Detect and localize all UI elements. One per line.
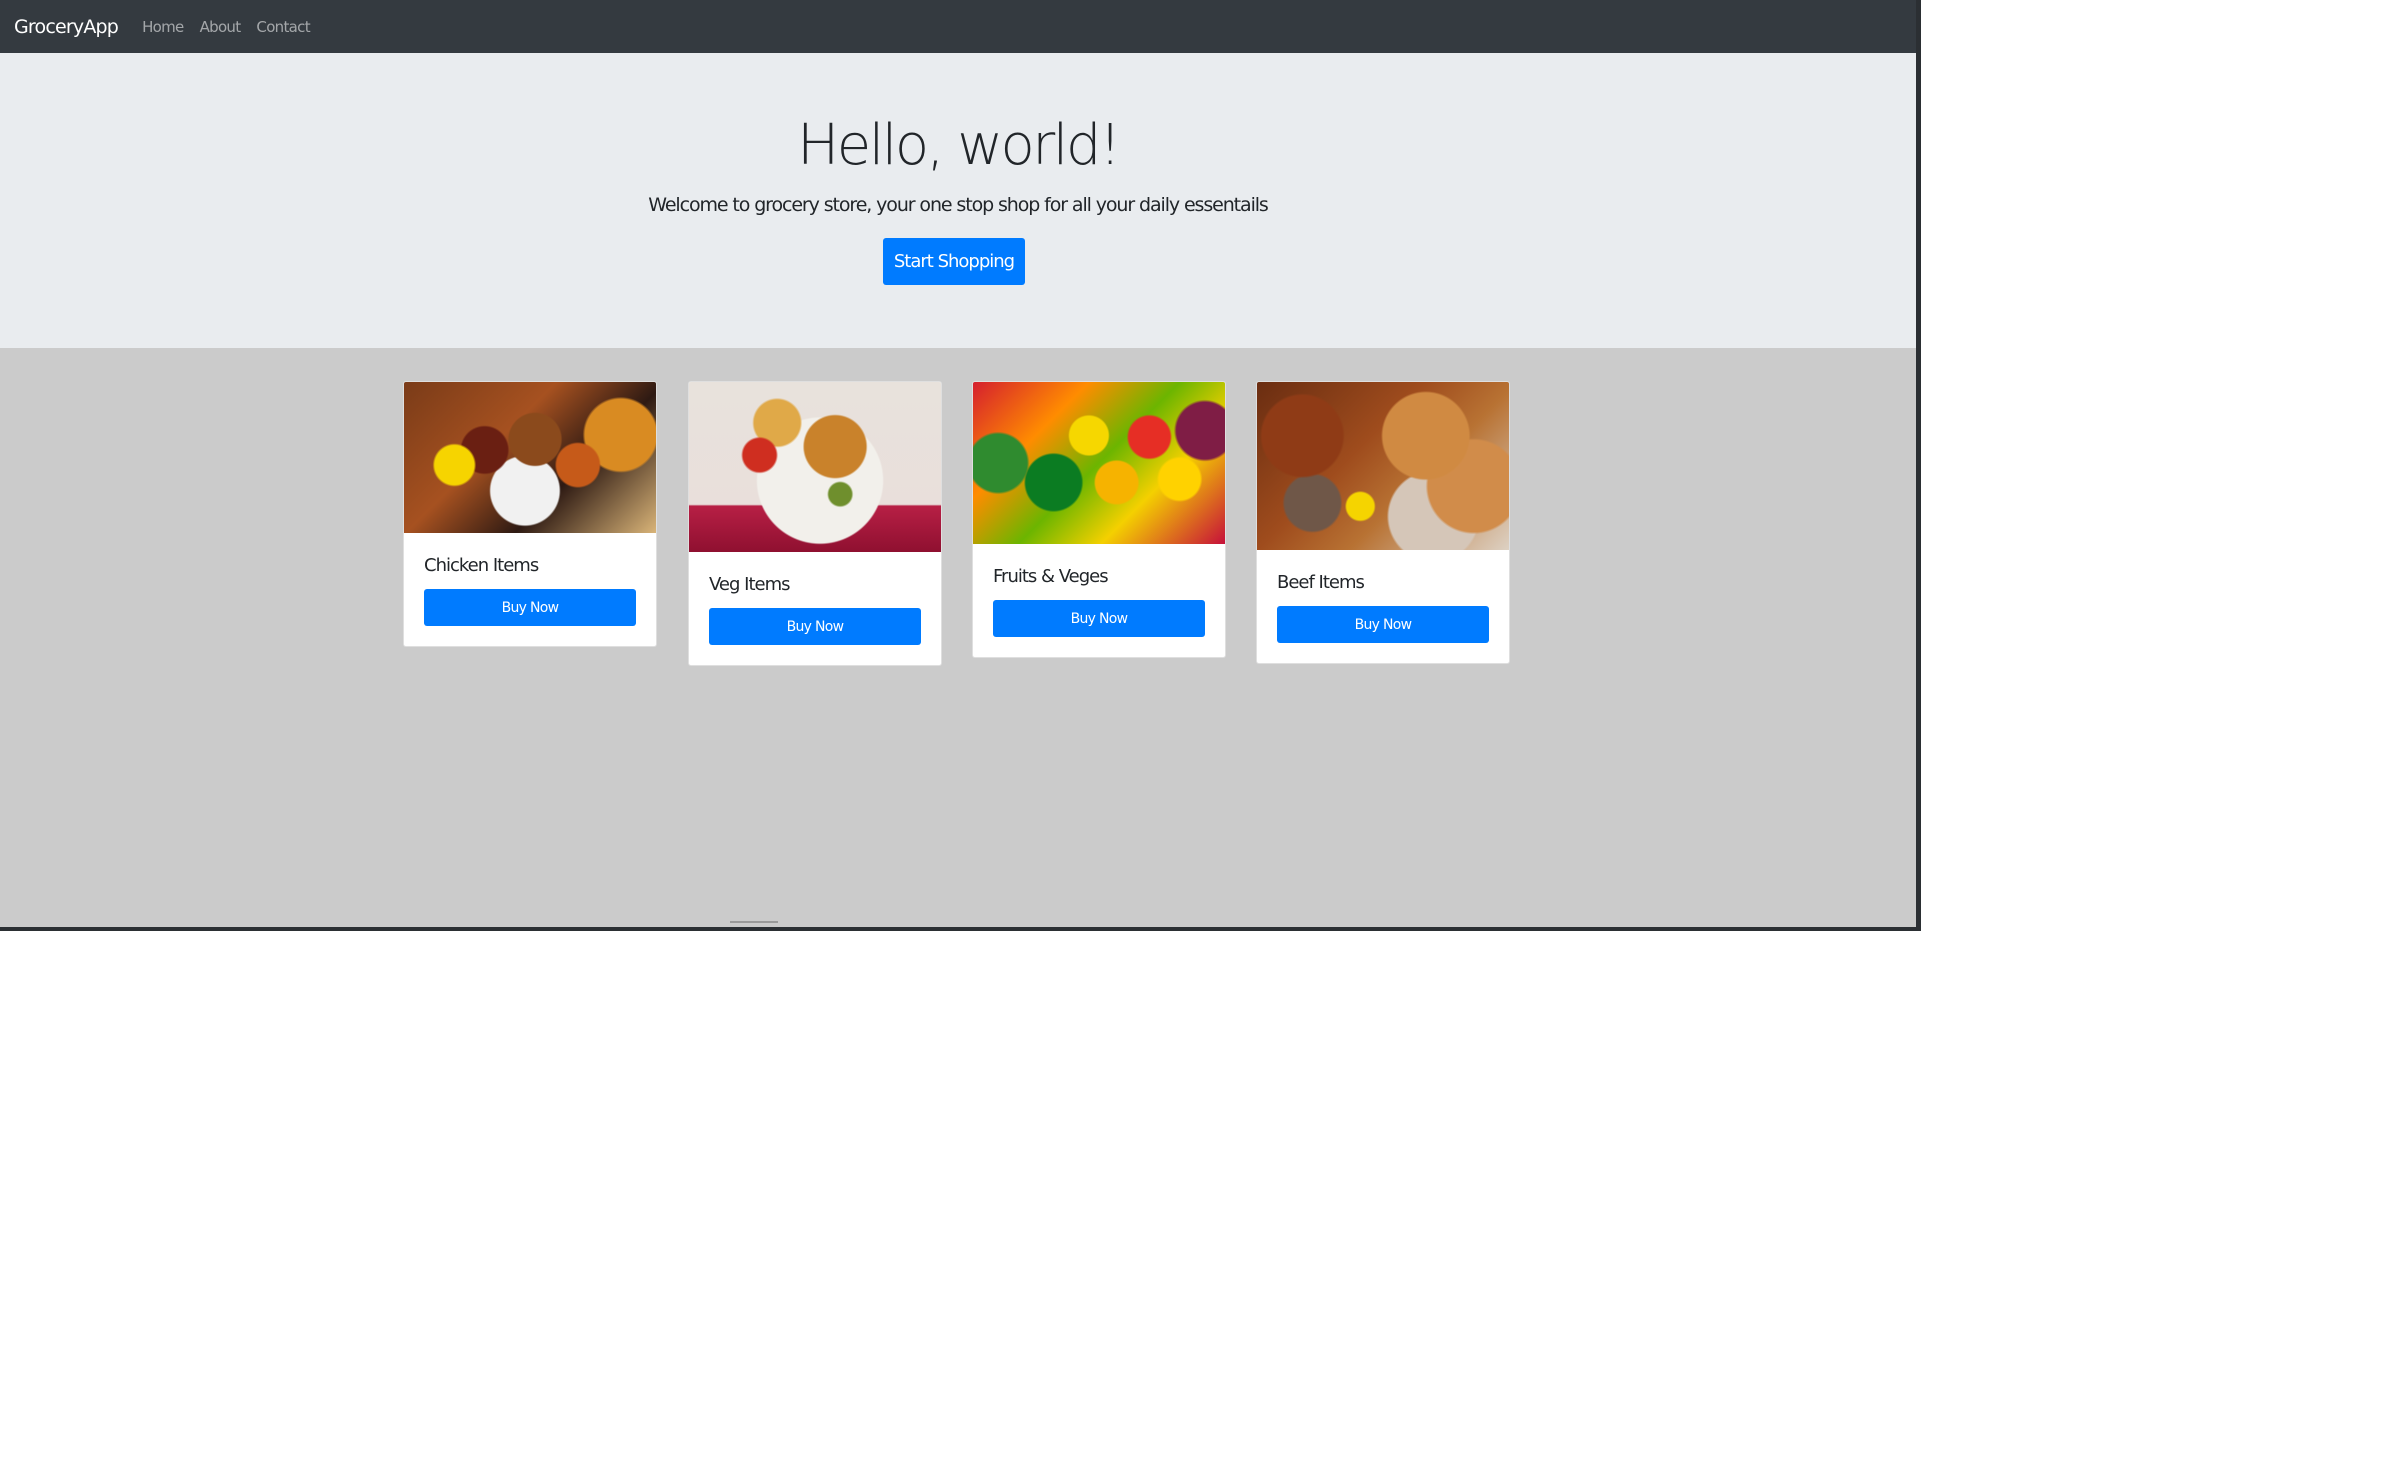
nav-link-home[interactable]: Home	[142, 18, 184, 36]
veg-items-card: Veg Items Buy Now	[688, 381, 942, 666]
brand-link[interactable]: GroceryApp	[14, 16, 119, 38]
hero-lead: Welcome to grocery store, your one stop …	[648, 194, 1269, 216]
beef-items-title: Beef Items	[1277, 572, 1365, 593]
nav-link-contact[interactable]: Contact	[256, 18, 310, 36]
top-navbar: GroceryApp Home About Contact	[0, 0, 1916, 53]
beef-items-card: Beef Items Buy Now	[1256, 381, 1510, 664]
veg-items-buy-now-button[interactable]: Buy Now	[709, 608, 921, 645]
fruits-veges-title: Fruits & Veges	[993, 566, 1109, 587]
chicken-items-buy-now-button[interactable]: Buy Now	[424, 589, 636, 626]
chicken-items-title: Chicken Items	[424, 555, 539, 576]
beef-items-buy-now-button[interactable]: Buy Now	[1277, 606, 1489, 643]
nav-link-about[interactable]: About	[200, 18, 242, 36]
category-cards: Chicken Items Buy Now Veg Items Buy Now …	[0, 348, 1916, 923]
start-shopping-button[interactable]: Start Shopping	[883, 238, 1025, 285]
horizontal-scrollbar-thumb[interactable]	[730, 921, 778, 923]
chicken-items-image	[404, 382, 656, 533]
fruits-veges-buy-now-button[interactable]: Buy Now	[993, 600, 1205, 637]
hero-section: Hello, world! Welcome to grocery store, …	[0, 53, 1916, 348]
hero-title: Hello, world!	[797, 113, 1121, 178]
fruits-veges-card: Fruits & Veges Buy Now	[972, 381, 1226, 658]
chicken-items-card: Chicken Items Buy Now	[403, 381, 657, 647]
veg-items-image	[689, 382, 941, 552]
browser-viewport: GroceryApp Home About Contact Hello, wor…	[0, 0, 1921, 931]
beef-items-image	[1257, 382, 1509, 550]
veg-items-title: Veg Items	[709, 574, 791, 595]
fruits-veges-image	[973, 382, 1225, 544]
